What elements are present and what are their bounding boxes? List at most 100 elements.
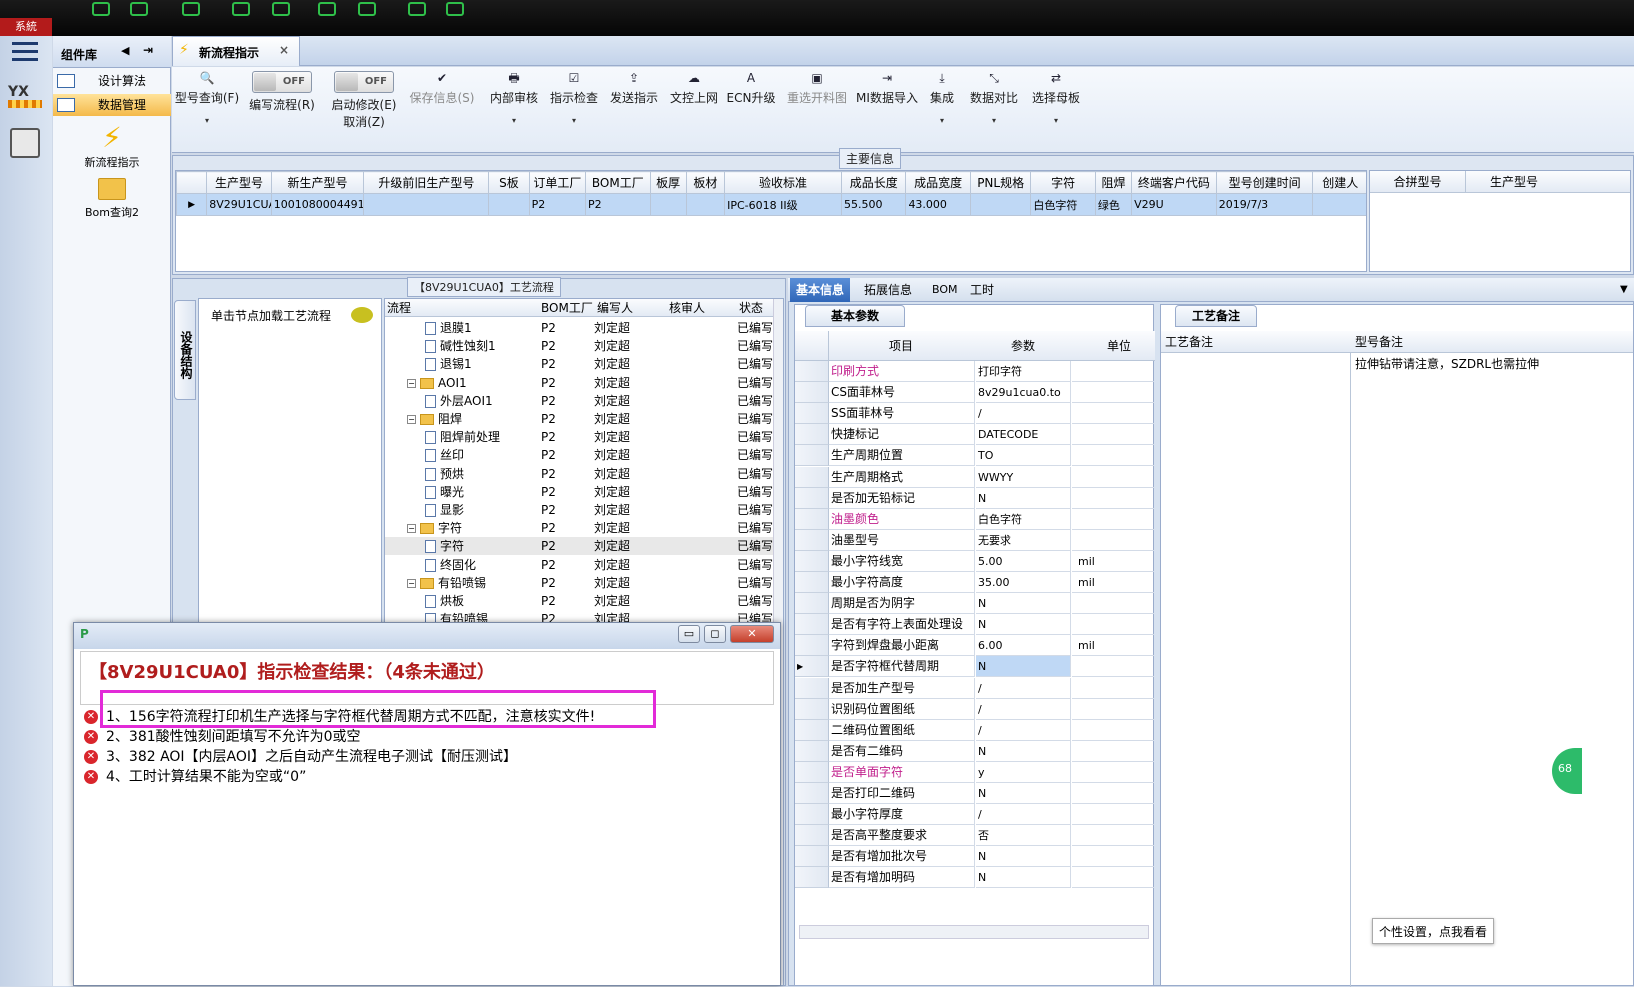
param-value[interactable]: 6.00: [976, 635, 1071, 657]
param-value[interactable]: N: [976, 846, 1071, 868]
close-button[interactable]: ✕: [730, 625, 774, 643]
tree-row[interactable]: 预烘 P2 刘定超 已编写: [385, 465, 783, 483]
param-value[interactable]: N: [976, 740, 1071, 762]
tree-node[interactable]: 退锡1: [425, 355, 472, 373]
param-row[interactable]: ▶ 是否字符框代替周期 N: [795, 656, 1155, 678]
process-note-textarea[interactable]: [1161, 353, 1351, 987]
tree-node[interactable]: 丝印: [425, 446, 464, 464]
tree-node[interactable]: − 字符: [407, 519, 462, 537]
tree-node[interactable]: 曝光: [425, 483, 464, 501]
copy-icon[interactable]: [272, 2, 290, 16]
comment-icon[interactable]: [351, 307, 373, 323]
tree-node[interactable]: − AOI1: [407, 374, 467, 392]
param-value[interactable]: N: [976, 867, 1071, 889]
write-process-toggle[interactable]: OFF 编写流程(R): [248, 71, 316, 113]
param-value[interactable]: y: [976, 761, 1071, 783]
tab-close-icon[interactable]: ×: [279, 43, 289, 57]
param-row[interactable]: 生产周期位置 TO: [795, 445, 1155, 467]
table-cell[interactable]: P2: [528, 193, 587, 216]
param-row[interactable]: 二维码位置图纸 /: [795, 719, 1155, 741]
row-header[interactable]: [795, 593, 829, 615]
param-row[interactable]: 油墨颜色 白色字符: [795, 508, 1155, 530]
tree-row[interactable]: 碱性蚀刻1 P2 刘定超 已编写: [385, 337, 783, 355]
row-header[interactable]: [795, 361, 829, 382]
row-header[interactable]: [795, 529, 829, 551]
send-instruction-button[interactable]: ⇪ 发送指示: [606, 67, 662, 106]
param-row[interactable]: 是否有字符上表面处理设计N: [795, 614, 1155, 652]
param-row[interactable]: 是否加无铅标记 N: [795, 487, 1155, 509]
grid-icon[interactable]: [318, 2, 336, 16]
table-cell[interactable]: 8V29U1CUA0: [206, 193, 272, 216]
table-cell[interactable]: 55.500: [840, 193, 907, 216]
table-cell[interactable]: [685, 193, 726, 216]
param-value[interactable]: 8v29u1cua0.to: [976, 382, 1071, 404]
select-master-board-button[interactable]: ⇄ 选择母板 ▾: [1028, 67, 1084, 125]
toggle-switch[interactable]: OFF: [334, 71, 394, 93]
row-header[interactable]: [795, 550, 829, 572]
row-header[interactable]: [795, 635, 829, 657]
personalize-tip[interactable]: 个性设置，点我看看: [1372, 918, 1494, 944]
row-header[interactable]: [795, 846, 829, 868]
row-header[interactable]: [795, 783, 829, 804]
table-cell[interactable]: [1312, 193, 1366, 216]
integrate-button[interactable]: ⤓ 集成 ▾: [924, 67, 960, 125]
tree-node[interactable]: 烘板: [425, 592, 464, 610]
tree-row[interactable]: 字符 P2 刘定超 已编写: [385, 537, 783, 556]
tree-row[interactable]: 退膜1 P2 刘定超 已编写: [385, 319, 783, 337]
row-header[interactable]: [795, 424, 829, 446]
table-cell[interactable]: 白色字符: [1030, 193, 1096, 216]
tab-basic-info[interactable]: 基本信息: [790, 278, 851, 302]
dropdown-arrow-icon[interactable]: ▾: [1028, 116, 1084, 125]
dropdown-arrow-icon[interactable]: ▾: [546, 116, 602, 125]
table-cell[interactable]: [649, 193, 687, 216]
tree-node[interactable]: 预烘: [425, 465, 464, 483]
param-value[interactable]: /: [976, 804, 1071, 826]
tree-row[interactable]: − 有铅喷锡 P2 刘定超 已编写: [385, 574, 783, 592]
tree-node[interactable]: 字符: [425, 537, 464, 555]
complib-item-data-mgmt[interactable]: 数据管理: [53, 94, 171, 116]
row-header[interactable]: [795, 466, 829, 488]
collapse-left-icon[interactable]: ◀: [121, 44, 129, 57]
mi-import-button[interactable]: ⇥ MI数据导入: [856, 67, 918, 106]
param-value[interactable]: N: [976, 487, 1071, 509]
table-cell[interactable]: 10010800044912: [270, 193, 365, 216]
tab-extended-info[interactable]: 拓展信息: [858, 278, 918, 302]
table-cell[interactable]: 2019/7/3: [1215, 193, 1314, 216]
param-value[interactable]: WWYY: [976, 466, 1071, 488]
param-row[interactable]: 是否有二维码 N: [795, 740, 1155, 762]
row-header[interactable]: [795, 403, 829, 425]
param-value[interactable]: N: [976, 614, 1071, 636]
row-header[interactable]: ▶: [795, 656, 829, 678]
dropdown-arrow-icon[interactable]: ▾: [966, 116, 1022, 125]
param-value[interactable]: 无要求: [976, 529, 1071, 551]
param-value[interactable]: TO: [976, 445, 1071, 467]
tab-bom[interactable]: BOM: [926, 278, 964, 302]
row-header[interactable]: [795, 572, 829, 593]
table-cell[interactable]: V29U: [1131, 193, 1217, 216]
tool-bom-query[interactable]: Bom查询2: [53, 178, 171, 220]
tree-row[interactable]: 终固化 P2 刘定超 已编写: [385, 556, 783, 574]
param-row[interactable]: 生产周期格式 WWYY: [795, 466, 1155, 488]
row-header[interactable]: [795, 487, 829, 509]
calculator-icon[interactable]: [10, 128, 40, 158]
toggle-switch[interactable]: OFF: [252, 71, 312, 93]
tree-row[interactable]: 丝印 P2 刘定超 已编写: [385, 446, 783, 464]
param-row[interactable]: 最小字符厚度 /: [795, 804, 1155, 826]
param-row[interactable]: 最小字符高度 35.00 mil: [795, 572, 1155, 593]
model-note-textarea[interactable]: 拉伸钻带请注意，SZDRL也需拉伸: [1355, 355, 1615, 372]
param-row[interactable]: CS面菲林号 8v29u1cua0.to: [795, 382, 1155, 404]
dropdown-arrow-icon[interactable]: ▾: [924, 116, 960, 125]
param-row[interactable]: 油墨型号 无要求: [795, 529, 1155, 551]
tree-row[interactable]: 退锡1 P2 刘定超 已编写: [385, 355, 783, 373]
tree-node[interactable]: 外层AOI1: [425, 392, 493, 410]
row-header[interactable]: [795, 804, 829, 826]
tree-node[interactable]: − 阻焊: [407, 410, 462, 428]
row-header[interactable]: [795, 825, 829, 847]
maximize-button[interactable]: ◻: [704, 625, 726, 643]
row-header[interactable]: [795, 719, 829, 741]
tree-row[interactable]: 显影 P2 刘定超 已编写: [385, 501, 783, 519]
tree-row[interactable]: 阻焊前处理 P2 刘定超 已编写: [385, 428, 783, 446]
row-header[interactable]: [795, 867, 829, 889]
row-header[interactable]: [795, 382, 829, 404]
tree-row[interactable]: 烘板 P2 刘定超 已编写: [385, 592, 783, 610]
